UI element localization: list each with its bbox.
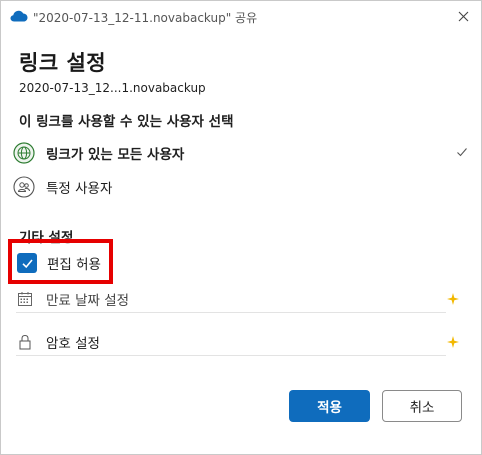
expiry-date-label: 만료 날짜 설정 <box>46 292 130 309</box>
allow-edit-checkbox[interactable] <box>17 253 37 273</box>
people-icon <box>12 175 36 199</box>
option-anyone-with-link[interactable]: 링크가 있는 모든 사용자 <box>11 137 471 169</box>
audience-section-title: 이 링크를 사용할 수 있는 사용자 선택 <box>19 114 234 130</box>
selected-check-icon <box>457 148 467 157</box>
password-label: 암호 설정 <box>46 335 100 352</box>
password-field[interactable]: 암호 설정 <box>16 328 446 356</box>
sparkle-icon <box>447 293 459 305</box>
allow-edit-label: 편집 허용 <box>47 257 101 273</box>
window-title: "2020-07-13_12-11.novabackup" 공유 <box>33 11 258 25</box>
option-specific-people[interactable]: 특정 사용자 <box>11 171 471 203</box>
close-button[interactable] <box>451 5 475 27</box>
lock-icon <box>16 333 34 351</box>
option-specific-label: 특정 사용자 <box>46 181 113 197</box>
title-bar: "2020-07-13_12-11.novabackup" 공유 <box>1 1 481 33</box>
option-anyone-label: 링크가 있는 모든 사용자 <box>46 147 185 163</box>
allow-edit-row[interactable]: 편집 허용 <box>17 251 101 275</box>
onedrive-cloud-icon <box>10 10 28 22</box>
expiry-date-field[interactable]: 만료 날짜 설정 <box>16 285 446 313</box>
globe-icon <box>12 141 36 165</box>
dialog-heading: 링크 설정 <box>19 51 107 75</box>
share-dialog-window: "2020-07-13_12-11.novabackup" 공유 링크 설정 2… <box>0 0 482 455</box>
apply-button[interactable]: 적용 <box>289 390 370 422</box>
cancel-button[interactable]: 취소 <box>382 390 462 422</box>
checkmark-icon <box>21 258 33 268</box>
calendar-icon <box>16 290 34 308</box>
sparkle-icon <box>447 336 459 348</box>
close-icon <box>458 11 468 21</box>
file-name: 2020-07-13_12...1.novabackup <box>19 81 206 95</box>
